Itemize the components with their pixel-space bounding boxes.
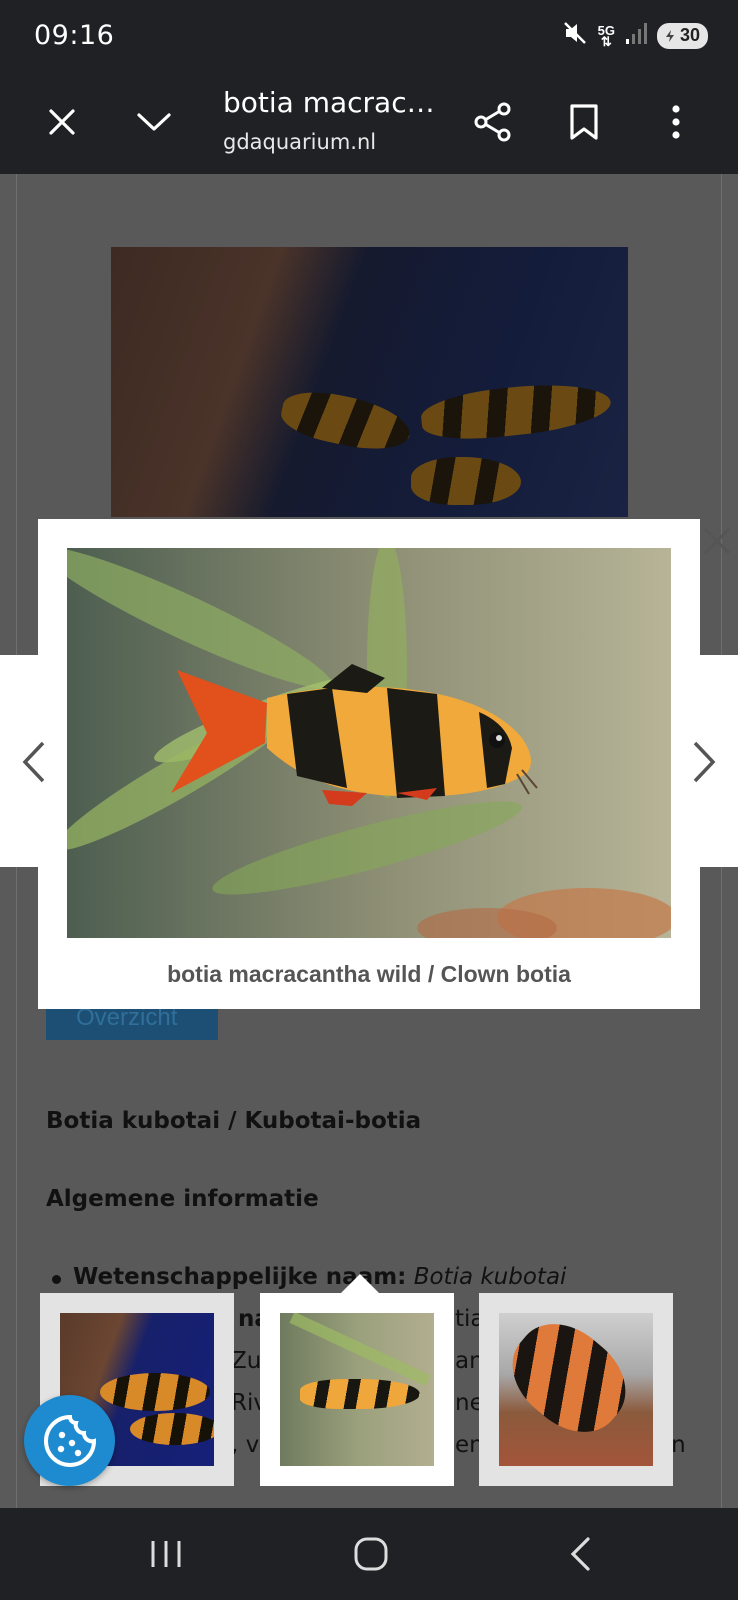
thumbnail-fish: [300, 1379, 420, 1409]
cookie-icon: [43, 1414, 96, 1467]
page-title: botia macrac…: [223, 86, 435, 119]
scientific-name-line: Wetenschappelijke naam: Botia kubotai: [73, 1264, 566, 1290]
status-time: 09:16: [34, 20, 115, 51]
chevron-right-icon: [693, 741, 716, 783]
browser-toolbar: botia macrac… gdaquarium.nl: [0, 70, 738, 174]
thumbnail-image: [499, 1313, 653, 1466]
thumbnail-image: [280, 1313, 434, 1466]
bullet-dot: [52, 1275, 61, 1284]
signal-icon: [625, 21, 647, 50]
mute-icon: [562, 20, 588, 51]
close-tab-button[interactable]: [38, 98, 86, 146]
thumbnail-3[interactable]: [479, 1293, 673, 1486]
close-icon: [49, 109, 75, 135]
lightbox-main-image: [67, 548, 671, 938]
back-icon: [570, 1537, 590, 1571]
page-domain: gdaquarium.nl: [223, 130, 377, 154]
species-heading: Botia kubotai / Kubotai-botia: [46, 1108, 422, 1134]
lightbox-close-button[interactable]: [697, 521, 737, 561]
battery-icon: 30: [656, 22, 708, 49]
thumbnail-fish: [499, 1313, 644, 1452]
photo-fish: [277, 384, 415, 458]
section-heading: Algemene informatie: [46, 1186, 319, 1212]
back-button[interactable]: [552, 1528, 608, 1580]
bookmark-icon: [570, 104, 598, 140]
close-icon: [703, 527, 731, 555]
photo-fish: [419, 377, 613, 445]
minimize-button[interactable]: [130, 98, 178, 146]
share-button[interactable]: [469, 98, 517, 146]
image-lightbox: botia macracantha wild / Clown botia: [38, 519, 700, 1009]
battery-level: 30: [679, 25, 700, 45]
5g-icon: 5G ⇅: [597, 22, 615, 49]
thumbnail-fish: [130, 1413, 214, 1445]
cookie-settings-button[interactable]: [24, 1395, 115, 1486]
bookmark-button[interactable]: [560, 98, 608, 146]
recent-apps-icon: [151, 1541, 181, 1567]
thumbnail-pointer: [341, 1274, 379, 1293]
share-icon: [474, 102, 511, 142]
status-bar: 09:16 5G ⇅ 30: [0, 0, 738, 70]
recent-apps-button[interactable]: [138, 1528, 194, 1580]
thumbnail-2-selected[interactable]: [260, 1293, 454, 1486]
more-vert-icon: [672, 105, 680, 139]
clown-botia-illustration: [67, 548, 671, 938]
system-nav-bar: [0, 1508, 738, 1600]
thumbnail-fish: [100, 1373, 210, 1411]
page-fish-photo: [111, 247, 628, 517]
thumbnail-plant: [289, 1313, 431, 1387]
next-image-button[interactable]: [684, 735, 724, 789]
more-options-button[interactable]: [652, 98, 700, 146]
chevron-left-icon: [22, 741, 45, 783]
network-label: 5G: [597, 22, 615, 38]
prev-image-button[interactable]: [14, 735, 54, 789]
scientific-name-value: Botia kubotai: [413, 1264, 567, 1290]
status-icons: 5G ⇅ 30: [562, 20, 708, 51]
home-icon: [354, 1537, 388, 1571]
home-button[interactable]: [343, 1528, 399, 1580]
lightbox-caption: botia macracantha wild / Clown botia: [167, 961, 571, 987]
chevron-down-icon: [137, 113, 171, 131]
photo-fish: [411, 457, 521, 505]
